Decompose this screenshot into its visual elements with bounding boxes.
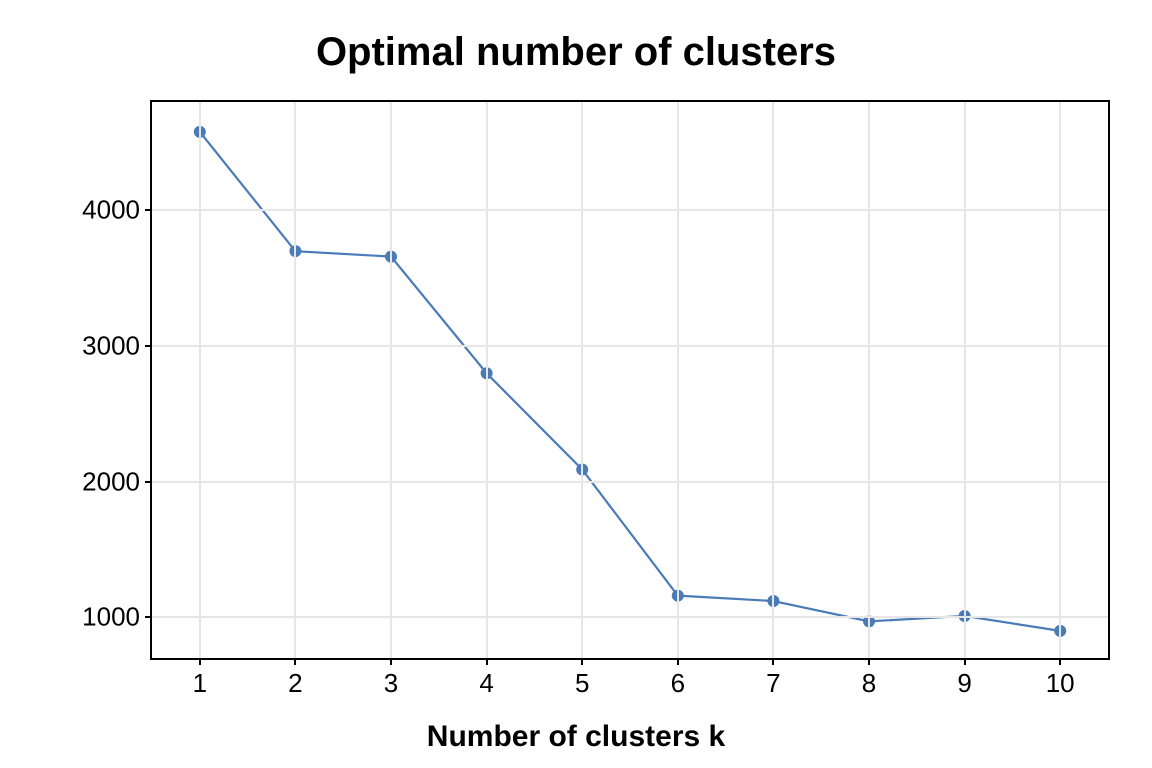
x-axis-label: Number of clusters k (0, 720, 1152, 754)
x-tick-mark (390, 658, 392, 665)
x-tick-mark (677, 658, 679, 665)
gridline-vertical (964, 102, 966, 658)
gridline-vertical (772, 102, 774, 658)
y-tick-label: 1000 (82, 602, 140, 633)
y-tick-mark (145, 616, 152, 618)
gridline-vertical (199, 102, 201, 658)
x-tick-mark (964, 658, 966, 665)
x-tick-mark (199, 658, 201, 665)
x-tick-label: 5 (575, 668, 589, 699)
y-tick-mark (145, 209, 152, 211)
y-tick-mark (145, 481, 152, 483)
x-tick-label: 4 (479, 668, 493, 699)
series-line (200, 132, 1060, 631)
y-tick-label: 3000 (82, 331, 140, 362)
gridline-horizontal (152, 209, 1108, 211)
chart-title: Optimal number of clusters (0, 30, 1152, 75)
gridline-horizontal (152, 481, 1108, 483)
x-tick-mark (1059, 658, 1061, 665)
x-tick-mark (772, 658, 774, 665)
gridline-vertical (294, 102, 296, 658)
gridline-vertical (1059, 102, 1061, 658)
y-tick-mark (145, 345, 152, 347)
gridline-horizontal (152, 345, 1108, 347)
x-tick-label: 8 (862, 668, 876, 699)
x-tick-label: 2 (288, 668, 302, 699)
gridline-horizontal (152, 616, 1108, 618)
gridline-vertical (581, 102, 583, 658)
x-tick-label: 7 (766, 668, 780, 699)
x-tick-label: 1 (193, 668, 207, 699)
gridline-vertical (677, 102, 679, 658)
x-tick-mark (294, 658, 296, 665)
x-tick-mark (486, 658, 488, 665)
x-tick-mark (868, 658, 870, 665)
gridline-vertical (486, 102, 488, 658)
chart-container: Optimal number of clusters Total Within … (0, 0, 1152, 768)
x-tick-label: 3 (384, 668, 398, 699)
x-tick-label: 6 (671, 668, 685, 699)
gridline-vertical (868, 102, 870, 658)
gridline-vertical (390, 102, 392, 658)
y-tick-label: 2000 (82, 466, 140, 497)
x-tick-label: 10 (1046, 668, 1075, 699)
plot-area: 123456789101000200030004000 (150, 100, 1110, 660)
x-tick-mark (581, 658, 583, 665)
x-tick-label: 9 (957, 668, 971, 699)
y-tick-label: 4000 (82, 195, 140, 226)
